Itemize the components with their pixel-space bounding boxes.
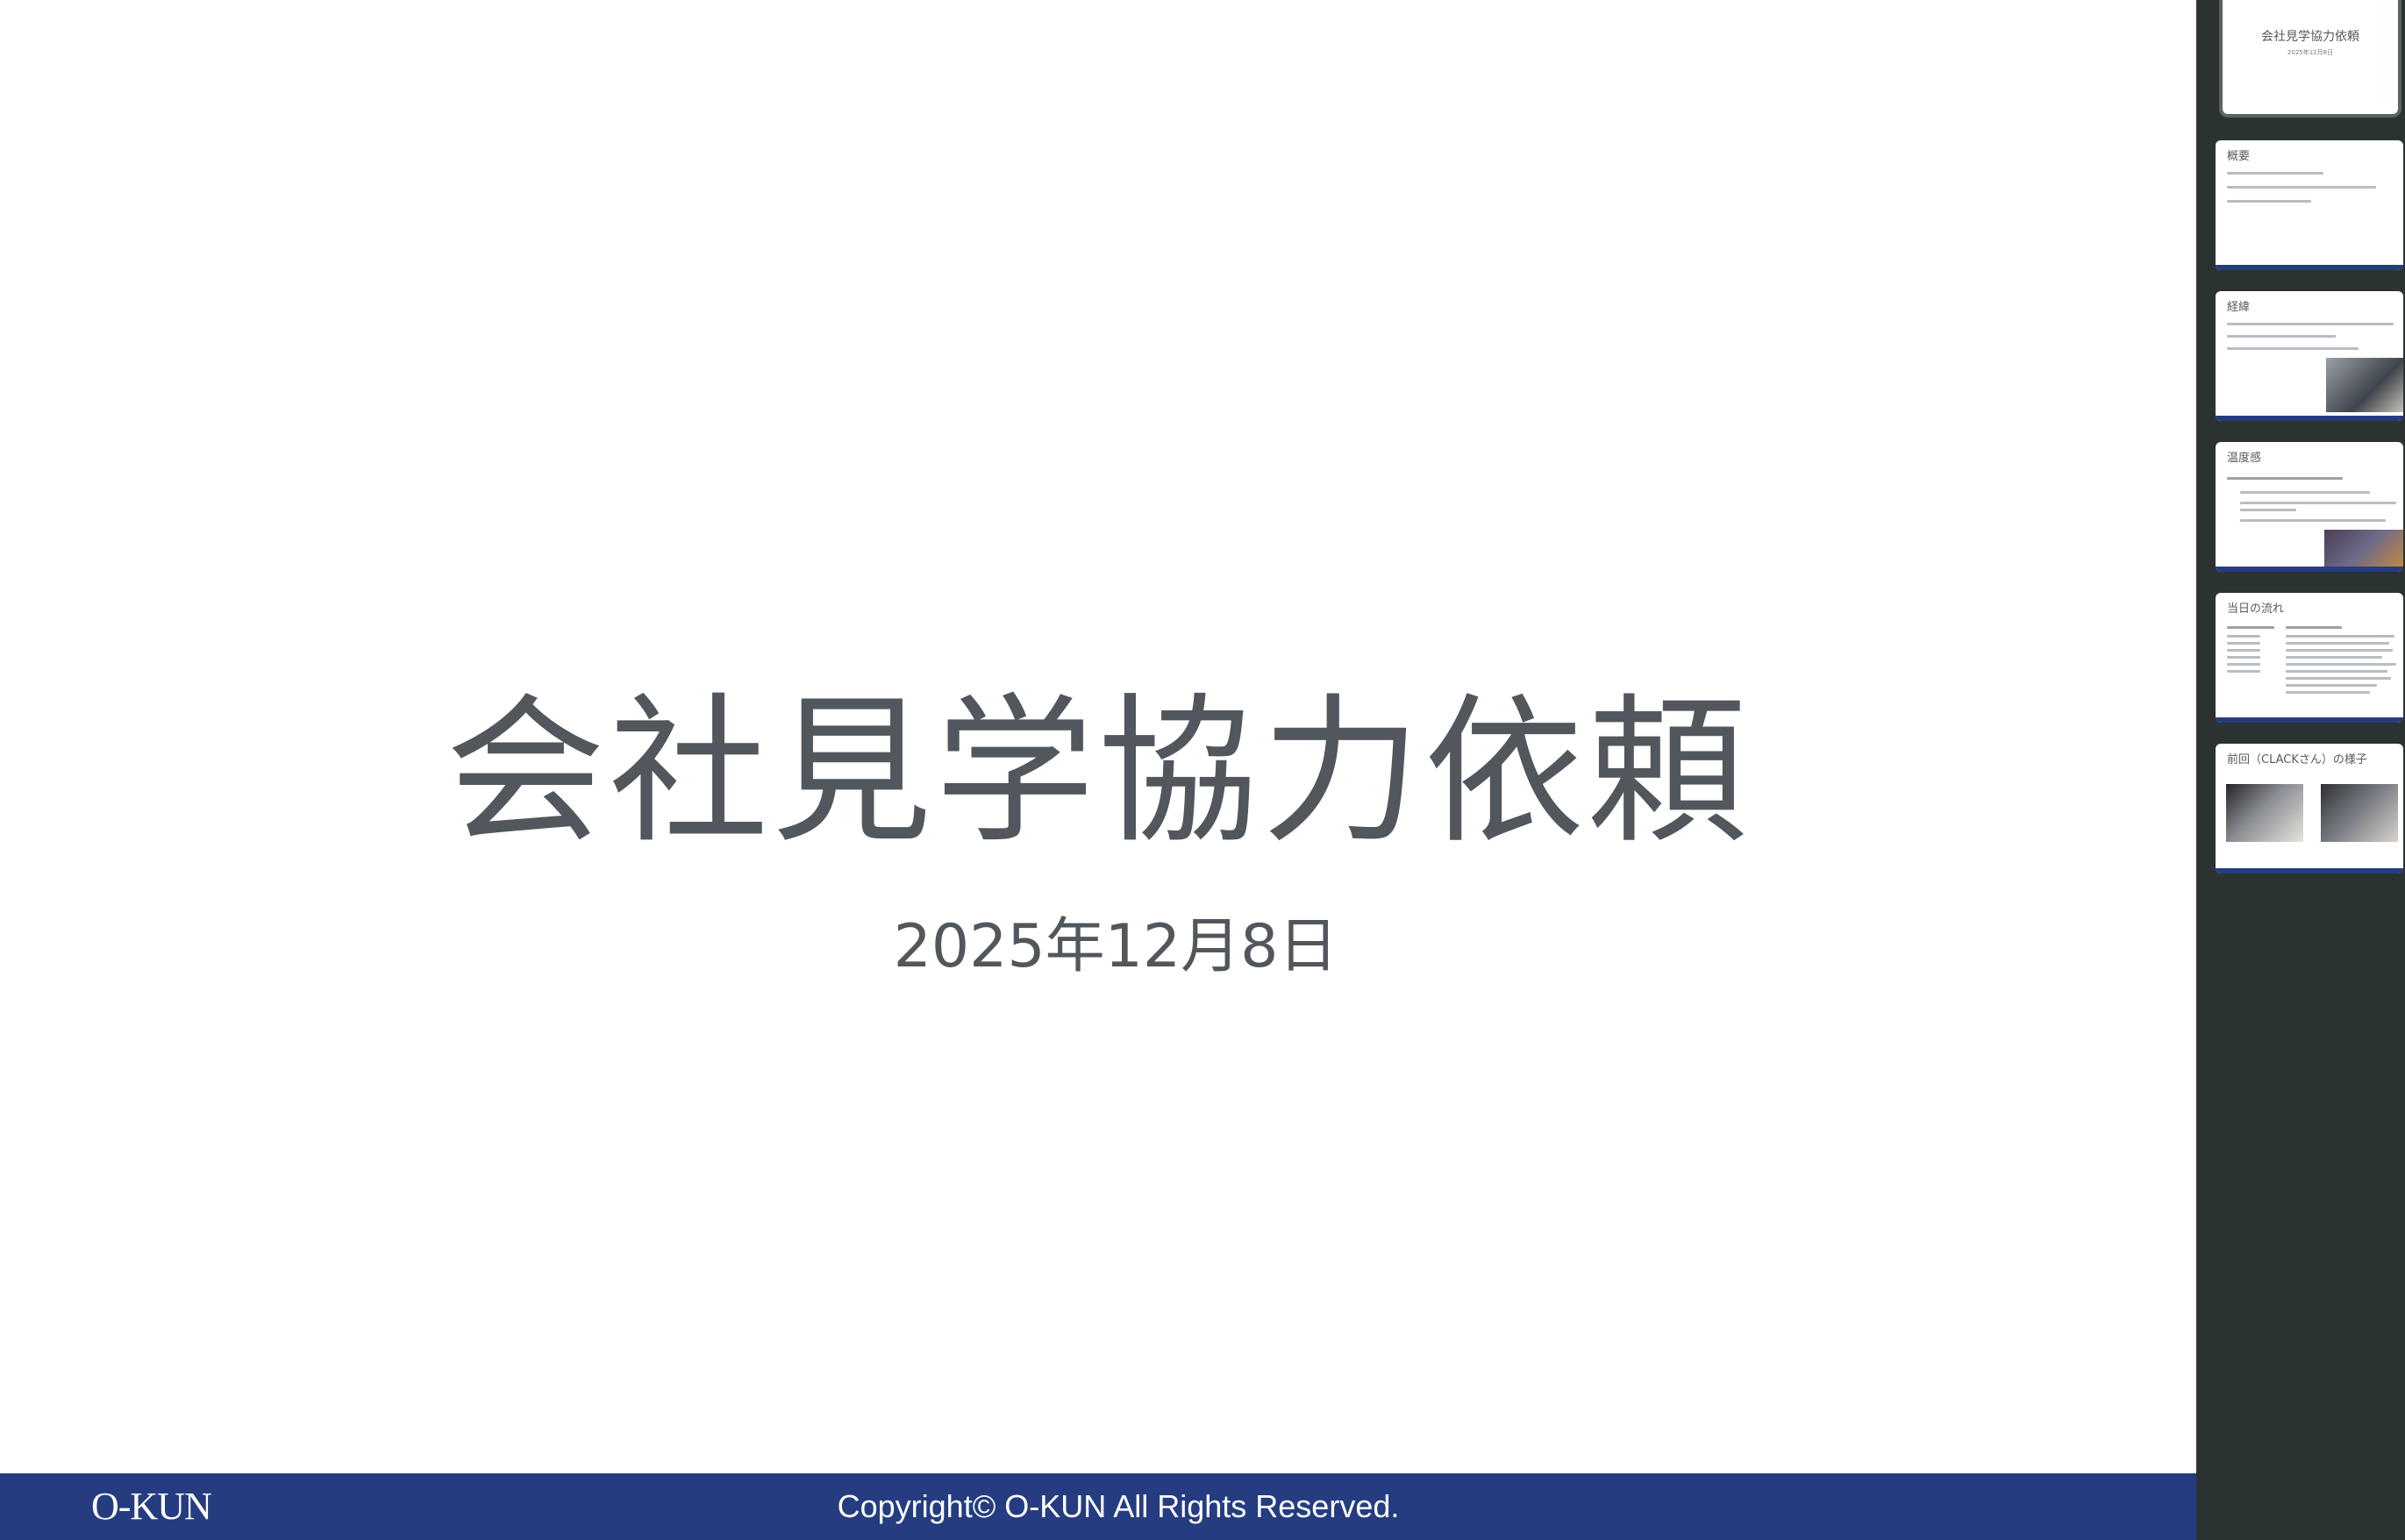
thumbnail-text-line (2227, 656, 2260, 659)
thumbnail-text-line (2227, 186, 2376, 189)
thumbnail-text-line (2227, 626, 2274, 629)
thumbnail-text-line (2286, 663, 2396, 666)
thumbnail-photo (2324, 530, 2403, 568)
thumbnail-date: 2025年12月8日 (2287, 49, 2334, 56)
thumbnail-slide-4[interactable]: 温度感 (2216, 442, 2403, 572)
thumbnail-title: 温度感 (2227, 452, 2262, 465)
thumbnail-text-line (2240, 502, 2396, 504)
thumbnail-text-line (2286, 649, 2393, 652)
thumbnail-text-line (2286, 691, 2370, 694)
thumbnail-text-line (2227, 663, 2260, 666)
thumbnail-text-line (2286, 635, 2394, 638)
thumbnail-text-line (2227, 642, 2260, 645)
thumbnail-text-line (2227, 335, 2336, 338)
thumbnail-text-line (2227, 323, 2394, 325)
thumbnail-slide-6[interactable]: 前回（CLACKさん）の様子 (2216, 744, 2403, 873)
thumbnail-title: 概要 (2227, 150, 2251, 163)
slide-footer: O-KUN Copyright© O-KUN All Rights Reserv… (0, 1473, 2196, 1540)
thumbnail-text-line (2240, 491, 2370, 494)
thumbnail-slide-1[interactable]: 会社見学協力依頼 2025年12月8日 (2223, 0, 2398, 114)
slide-title: 会社見学協力依頼 (446, 679, 1751, 865)
thumbnail-text-line (2227, 670, 2260, 673)
thumbnail-footer (2216, 868, 2403, 873)
thumbnail-text-line (2286, 626, 2342, 629)
thumbnail-text-line (2227, 477, 2343, 480)
thumbnail-text-line (2286, 656, 2382, 659)
thumbnail-text-line (2227, 347, 2359, 350)
thumbnail-photo (2226, 784, 2303, 842)
thumbnail-text-line (2227, 200, 2311, 203)
thumbnail-text-line (2286, 670, 2387, 673)
thumbnail-title: 当日の流れ (2227, 602, 2285, 616)
thumbnail-text-line (2240, 509, 2296, 511)
thumbnail-slide-2[interactable]: 概要 (2216, 140, 2403, 270)
thumbnail-title: 経緯 (2227, 301, 2251, 314)
thumbnail-slide-5[interactable]: 当日の流れ (2216, 593, 2403, 723)
thumbnail-text-line (2227, 172, 2323, 175)
thumbnail-photo (2326, 358, 2403, 412)
thumbnail-text-line (2286, 684, 2377, 687)
thumbnail-text-line (2227, 635, 2260, 638)
thumbnail-title: 会社見学協力依頼 (2261, 30, 2359, 44)
thumbnail-footer (2216, 717, 2403, 723)
thumbnail-text-line (2240, 519, 2386, 522)
thumbnail-title: 前回（CLACKさん）の様子 (2227, 753, 2367, 766)
thumbnail-text-line (2286, 642, 2389, 645)
thumbnail-slide-3[interactable]: 経緯 (2216, 291, 2403, 421)
slide-thumbnail-panel[interactable]: 会社見学協力依頼 2025年12月8日 概要 経緯 温度感 当日の流れ 前回（C… (2196, 0, 2405, 1540)
slide-canvas: 会社見学協力依頼 2025年12月8日 O-KUN Copyright© O-K… (0, 0, 2196, 1540)
copyright-text: Copyright© O-KUN All Rights Reserved. (837, 1488, 1400, 1524)
thumbnail-text-line (2286, 677, 2391, 680)
slide-date: 2025年12月8日 (893, 912, 1338, 981)
thumbnail-footer (2216, 567, 2403, 572)
thumbnail-footer (2216, 416, 2403, 421)
thumbnail-photo (2321, 784, 2398, 842)
thumbnail-footer (2216, 265, 2403, 270)
thumbnail-text-line (2227, 649, 2260, 652)
